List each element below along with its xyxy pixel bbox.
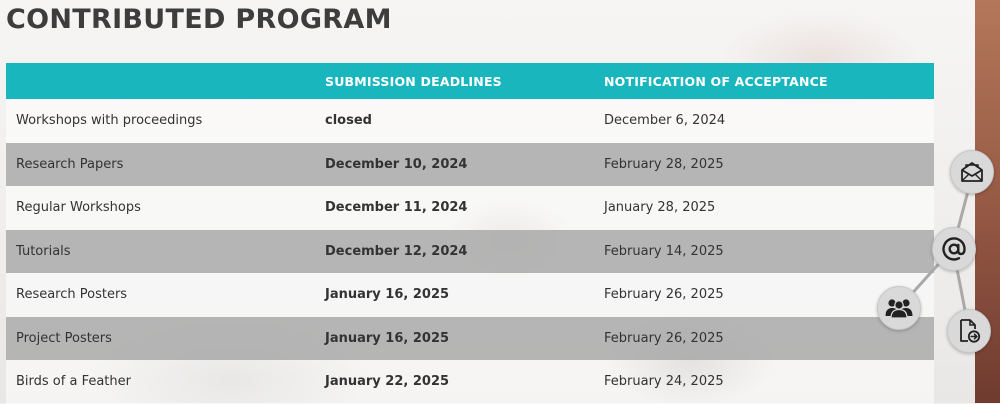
program-name: Regular Workshops (16, 200, 141, 216)
community-button[interactable] (877, 286, 921, 330)
notification-date: December 6, 2024 (604, 113, 726, 129)
submission-deadline: December 12, 2024 (325, 243, 468, 259)
submission-deadline: January 16, 2025 (325, 330, 450, 346)
program-name: Tutorials (16, 243, 71, 259)
program-name: Project Posters (16, 330, 112, 346)
table-row: Research Posters January 16, 2025 Februa… (6, 273, 934, 317)
table-row: Workshops with proceedings closed Decemb… (6, 99, 934, 143)
document-arrow-icon (960, 319, 981, 343)
submission-deadline: December 11, 2024 (325, 200, 468, 216)
submission-deadline: January 22, 2025 (325, 374, 450, 390)
envelope-icon (961, 162, 983, 182)
header-notification: NOTIFICATION OF ACCEPTANCE (604, 73, 828, 89)
program-name: Birds of a Feather (16, 374, 131, 390)
at-sign-icon (942, 237, 966, 261)
table-row: Regular Workshops December 11, 2024 Janu… (6, 186, 934, 230)
page-title: CONTRIBUTED PROGRAM (6, 4, 392, 35)
contact-widget (870, 145, 1000, 355)
notification-date: February 24, 2025 (604, 374, 724, 390)
program-name: Workshops with proceedings (16, 113, 203, 129)
submission-deadline: December 10, 2024 (325, 156, 468, 172)
program-name: Research Papers (16, 156, 124, 172)
program-table: SUBMISSION DEADLINES NOTIFICATION OF ACC… (6, 63, 934, 404)
submission-deadline: closed (325, 113, 372, 129)
table-row: Tutorials December 12, 2024 February 14,… (6, 229, 934, 273)
header-program (6, 63, 316, 99)
document-button[interactable] (947, 309, 991, 353)
group-icon (885, 299, 913, 319)
envelope-button[interactable] (950, 150, 994, 194)
header-submission-deadlines: SUBMISSION DEADLINES (325, 73, 502, 89)
program-name: Research Posters (16, 287, 128, 303)
table-row: Project Posters January 16, 2025 Februar… (6, 316, 934, 360)
email-button[interactable] (932, 227, 976, 271)
table-row: Birds of a Feather January 22, 2025 Febr… (6, 360, 934, 404)
table-row: Research Papers December 10, 2024 Februa… (6, 142, 934, 186)
table-header-row: SUBMISSION DEADLINES NOTIFICATION OF ACC… (6, 63, 934, 99)
submission-deadline: January 16, 2025 (325, 287, 450, 303)
